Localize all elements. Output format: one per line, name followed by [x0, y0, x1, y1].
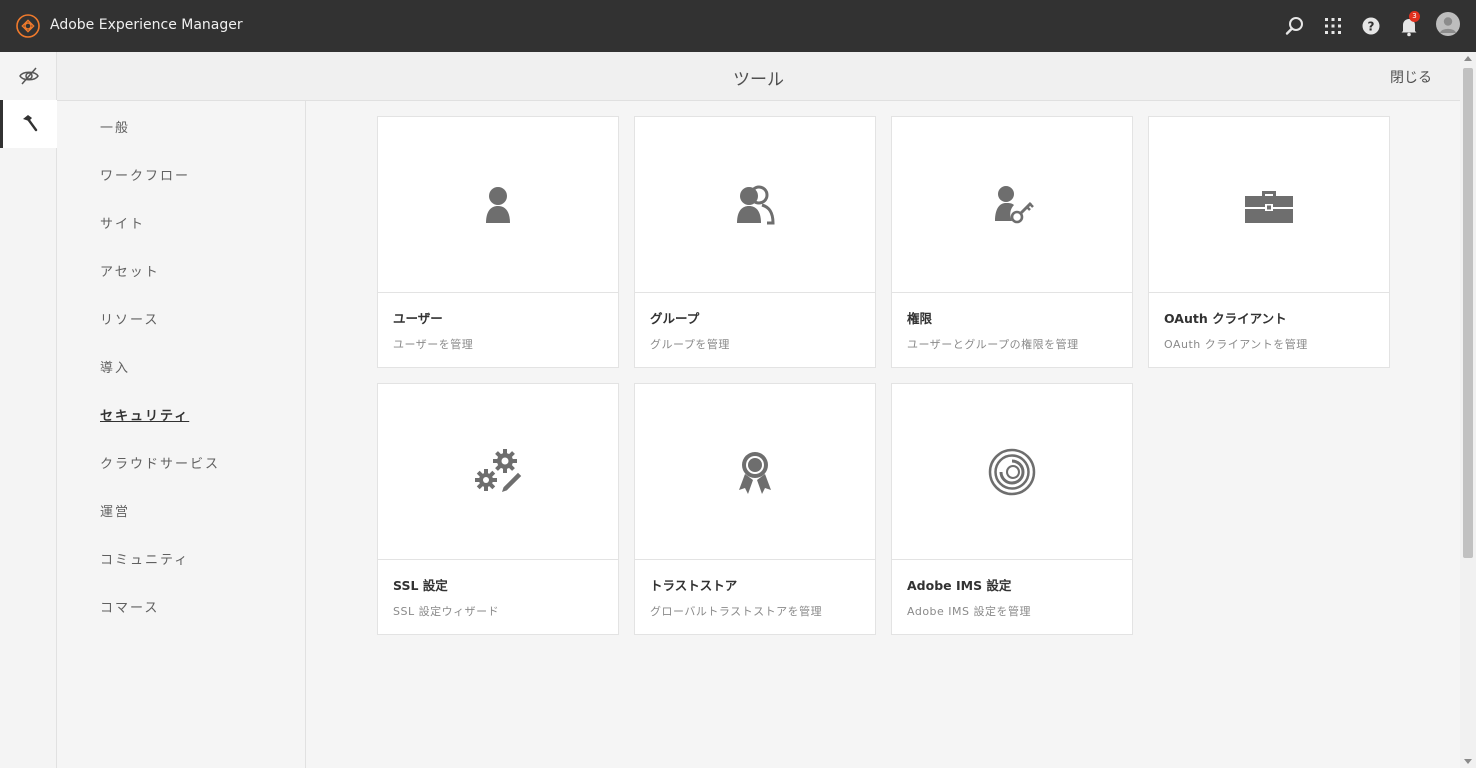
category-workflow[interactable]: ワークフロー: [100, 165, 190, 184]
adobe-logo-icon[interactable]: [16, 14, 40, 38]
rail-item-navigation[interactable]: [0, 52, 57, 100]
card-description: SSL 設定ウィザード: [393, 605, 500, 618]
user-avatar-icon[interactable]: [1436, 12, 1460, 36]
card-description: グローバルトラストストアを管理: [650, 605, 823, 618]
category-sites[interactable]: サイト: [100, 213, 145, 232]
card-thumbnail: [635, 384, 875, 560]
group-icon: [737, 185, 775, 224]
bell-icon[interactable]: 3: [1397, 11, 1421, 38]
app-title[interactable]: Adobe Experience Manager: [50, 17, 243, 33]
card-adobe-ims-configurations[interactable]: Adobe IMS 設定 Adobe IMS 設定を管理: [891, 383, 1133, 635]
scroll-up-arrow-icon[interactable]: [1464, 56, 1472, 61]
tools-content: ユーザー ユーザーを管理 グループ グループを管理 権限 ユーザーとグループの権…: [306, 101, 1460, 768]
card-ssl-configuration[interactable]: SSL 設定 SSL 設定ウィザード: [377, 383, 619, 635]
card-description: OAuth クライアントを管理: [1164, 338, 1308, 351]
category-operations[interactable]: 運営: [100, 501, 130, 520]
apps-grid-icon[interactable]: [1321, 14, 1345, 38]
category-resources[interactable]: リソース: [100, 309, 159, 328]
category-communities[interactable]: コミュニティ: [100, 549, 189, 568]
target-rings-icon: [988, 448, 1036, 495]
top-bar: Adobe Experience Manager ? 3: [0, 0, 1476, 52]
notification-badge: 3: [1409, 11, 1420, 22]
toolbox-icon: [1245, 190, 1293, 223]
category-deployment[interactable]: 導入: [100, 357, 130, 376]
card-permissions[interactable]: 権限 ユーザーとグループの権限を管理: [891, 116, 1133, 368]
card-groups[interactable]: グループ グループを管理: [634, 116, 876, 368]
page-header: ツール 閉じる: [57, 52, 1460, 101]
user-key-icon: [995, 185, 1034, 223]
card-title: OAuth クライアント: [1164, 311, 1287, 326]
category-assets[interactable]: アセット: [100, 261, 160, 280]
category-general[interactable]: 一般: [100, 117, 130, 136]
gears-pencil-icon: [475, 448, 523, 494]
rail-item-tools[interactable]: [0, 100, 57, 148]
card-title: 権限: [907, 311, 933, 326]
card-thumbnail: [1149, 117, 1389, 293]
card-title: Adobe IMS 設定: [907, 578, 1012, 593]
vertical-scrollbar[interactable]: [1460, 52, 1476, 768]
card-thumbnail: [378, 117, 618, 293]
left-rail: [0, 52, 57, 768]
card-description: Adobe IMS 設定を管理: [907, 605, 1032, 618]
ribbon-badge-icon: [739, 451, 771, 494]
card-title: SSL 設定: [393, 578, 448, 593]
category-commerce[interactable]: コマース: [100, 597, 159, 616]
help-icon[interactable]: ?: [1359, 14, 1383, 38]
page-title: ツール: [733, 70, 784, 90]
category-sidebar: 一般 ワークフロー サイト アセット リソース 導入 セキュリティ クラウドサー…: [57, 101, 306, 768]
search-icon[interactable]: [1283, 14, 1307, 38]
card-description: ユーザーを管理: [393, 338, 474, 351]
card-title: グループ: [650, 311, 700, 326]
close-button[interactable]: 閉じる: [1390, 67, 1432, 87]
card-users[interactable]: ユーザー ユーザーを管理: [377, 116, 619, 368]
card-thumbnail: [635, 117, 875, 293]
hammer-icon: [23, 115, 38, 132]
card-trust-store[interactable]: トラストストア グローバルトラストストアを管理: [634, 383, 876, 635]
card-thumbnail: [892, 384, 1132, 560]
scrollbar-thumb[interactable]: [1463, 68, 1473, 558]
card-title: トラストストア: [650, 578, 738, 593]
card-oauth-clients[interactable]: OAuth クライアント OAuth クライアントを管理: [1148, 116, 1390, 368]
card-thumbnail: [378, 384, 618, 560]
card-title: ユーザー: [393, 311, 443, 326]
card-thumbnail: [892, 117, 1132, 293]
scroll-down-arrow-icon[interactable]: [1464, 759, 1472, 764]
eye-off-icon: [19, 67, 39, 85]
category-security[interactable]: セキュリティ: [100, 405, 189, 424]
svg-text:?: ?: [1368, 20, 1375, 34]
card-description: ユーザーとグループの権限を管理: [907, 338, 1079, 351]
category-cloud-services[interactable]: クラウドサービス: [100, 453, 220, 472]
card-description: グループを管理: [650, 338, 730, 351]
user-icon: [486, 186, 510, 223]
